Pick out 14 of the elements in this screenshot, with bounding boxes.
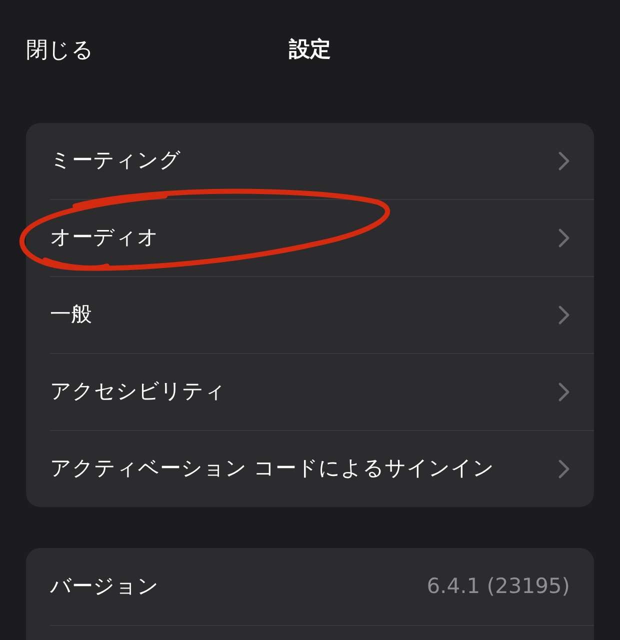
info-value: 6.4.1 (23195): [426, 572, 570, 600]
settings-row[interactable]: 一般: [50, 277, 594, 353]
settings-row[interactable]: アクティベーション コードによるサインイン: [50, 431, 594, 507]
settings-row[interactable]: ミーティング: [50, 123, 594, 199]
settings-row[interactable]: オーディオ: [50, 200, 594, 276]
close-button[interactable]: 閉じる: [26, 34, 94, 66]
chevron-icon: [558, 459, 570, 479]
info-label: バージョン: [50, 572, 159, 600]
settings-row[interactable]: アクセシビリティ: [50, 354, 594, 430]
chevron-icon: [558, 382, 570, 402]
chevron-icon: [558, 151, 570, 171]
page-title: 設定: [289, 36, 331, 64]
chevron-icon: [558, 228, 570, 248]
chevron-icon: [558, 305, 570, 325]
